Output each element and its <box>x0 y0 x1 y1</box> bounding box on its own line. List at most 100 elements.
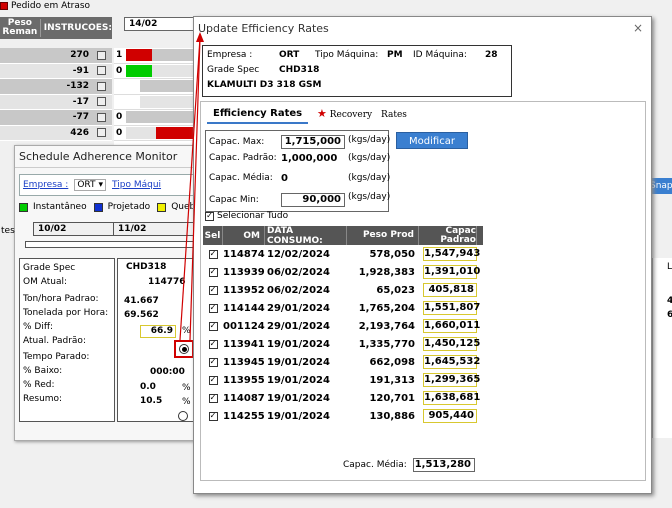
date-cell: 29/01/2024 <box>267 302 330 314</box>
close-icon[interactable]: × <box>633 21 643 35</box>
row-checkbox[interactable]: ✓ <box>208 321 218 331</box>
om-cell: 113955 <box>223 374 265 386</box>
table-row[interactable]: 426 <box>0 125 112 141</box>
capac-padrao-input[interactable]: 1,547,943 <box>423 247 480 261</box>
table-row[interactable]: ✓ 114087 19/01/2024 120,701 1,638,681 <box>203 389 483 407</box>
capac-min-input[interactable]: 90,000 <box>281 193 345 207</box>
date-cell: 19/01/2024 <box>267 392 330 404</box>
table-row[interactable]: -91 <box>0 63 112 79</box>
peso-cell: 662,098 <box>369 356 415 368</box>
table-row[interactable]: 270 <box>0 48 112 64</box>
om-cell: 114255 <box>223 410 265 422</box>
peso-cell: 1,928,383 <box>358 266 415 278</box>
sam-tempo-parado: 000:00 <box>150 367 185 377</box>
table-row[interactable]: ✓ 114144 29/01/2024 1,765,204 1,551,807 <box>203 299 483 317</box>
sam-baixo: 0.0 <box>140 382 156 392</box>
background-rows: 270 -91 -132 -17 -77 426 <box>0 48 112 141</box>
sam-values: CHD318 114776 41.667 69.562 66.9 % 000:0… <box>117 258 197 422</box>
select-all[interactable]: ✓ Selecionar Tudo <box>205 211 288 221</box>
om-cell: 114087 <box>223 392 265 404</box>
sam-tipo-link[interactable]: Tipo Máqui <box>112 180 161 190</box>
capac-padrao-input[interactable]: 1,645,532 <box>423 355 480 369</box>
atual-padrao-radio[interactable] <box>179 344 189 354</box>
table-row[interactable]: -132 <box>0 79 112 95</box>
capac-padrao-input[interactable]: 1,299,365 <box>423 373 480 387</box>
date-cell: 12/02/2024 <box>267 248 330 260</box>
calendar-icon[interactable] <box>97 50 106 60</box>
om-cell: 113941 <box>223 338 265 350</box>
radio-dot-icon <box>181 346 187 352</box>
capac-padrao-input[interactable]: 405,818 <box>423 283 477 297</box>
table-row[interactable]: ✓ 001124 29/01/2024 2,193,764 1,660,011 <box>203 317 483 335</box>
gantt-row: 0 <box>114 110 196 126</box>
sam-ton-por-hora: 69.562 <box>124 310 159 320</box>
calendar-icon[interactable] <box>97 128 106 138</box>
table-row[interactable]: -77 <box>0 110 112 126</box>
calendar-icon[interactable] <box>97 66 106 76</box>
date-cell: 19/01/2024 <box>267 374 330 386</box>
calendar-icon[interactable] <box>97 81 106 91</box>
gantt-block <box>140 80 196 93</box>
background-date: 14/02 <box>124 17 196 31</box>
table-row[interactable]: ✓ 113952 06/02/2024 65,023 405,818 <box>203 281 483 299</box>
date-cell: 19/01/2024 <box>267 338 330 350</box>
om-cell: 113952 <box>223 284 265 296</box>
dialog-title: Update Efficiency Rates <box>198 22 329 35</box>
modificar-button[interactable]: Modificar <box>396 132 468 149</box>
peso-cell: 65,023 <box>376 284 415 296</box>
row-checkbox[interactable]: ✓ <box>208 267 218 277</box>
capac-padrao-input[interactable]: 1,660,011 <box>423 319 480 333</box>
atual-padrao-radio-highlight[interactable] <box>174 340 194 358</box>
resumo-radio[interactable] <box>178 411 188 421</box>
row-checkbox[interactable]: ✓ <box>208 285 218 295</box>
date-cell: 06/02/2024 <box>267 266 330 278</box>
capac-padrao-input[interactable]: 1,551,807 <box>423 301 480 315</box>
orders-table: Sel OM DATA CONSUMO: Peso Prod Capac Pad… <box>203 226 483 425</box>
sam-grade: CHD318 <box>126 262 167 272</box>
tab-recovery-rates[interactable]: ★ Recovery Rates <box>311 104 413 124</box>
calendar-icon[interactable] <box>97 112 106 122</box>
peso-cell: 191,313 <box>369 374 415 386</box>
calendar-icon[interactable] <box>97 97 106 107</box>
sam-empresa-select[interactable]: ORT ▾ <box>74 179 107 191</box>
table-row[interactable]: ✓ 114874 12/02/2024 578,050 1,547,943 <box>203 245 483 263</box>
gantt-row: 0 <box>114 64 196 79</box>
row-checkbox[interactable]: ✓ <box>208 393 218 403</box>
row-checkbox[interactable]: ✓ <box>208 375 218 385</box>
row-checkbox[interactable]: ✓ <box>208 357 218 367</box>
date-cell: 19/01/2024 <box>267 356 330 368</box>
table-row[interactable]: ✓ 114255 19/01/2024 130,886 905,440 <box>203 407 483 425</box>
gantt-block <box>126 49 152 62</box>
sam-ton-hora-padrao: 41.667 <box>124 296 159 306</box>
row-checkbox[interactable]: ✓ <box>208 339 218 349</box>
om-cell: 113945 <box>223 356 265 368</box>
background-table-header: Peso Reman INSTRUCOES: <box>0 17 112 39</box>
capac-padrao-input[interactable]: 1,638,681 <box>423 391 480 405</box>
sam-empresa-link[interactable]: Empresa : <box>23 180 68 190</box>
table-row[interactable]: -17 <box>0 94 112 110</box>
capac-padrao-input[interactable]: 905,440 <box>423 409 477 423</box>
table-row[interactable]: ✓ 113945 19/01/2024 662,098 1,645,532 <box>203 353 483 371</box>
row-checkbox[interactable]: ✓ <box>208 303 218 313</box>
right-panel: L 4 6 <box>652 258 672 438</box>
tab-efficiency-rates[interactable]: Efficiency Rates <box>207 104 309 124</box>
chevron-down-icon: ▾ <box>98 180 104 190</box>
date-cell: 19/01/2024 <box>267 410 330 422</box>
row-checkbox[interactable]: ✓ <box>208 411 218 421</box>
table-body: ✓ 114874 12/02/2024 578,050 1,547,943 ✓ 113939… <box>203 245 483 425</box>
table-row[interactable]: ✓ 113941 19/01/2024 1,335,770 1,450,125 <box>203 335 483 353</box>
gantt-block <box>152 49 196 62</box>
gantt-row <box>114 79 196 95</box>
table-row[interactable]: ✓ 113955 19/01/2024 191,313 1,299,365 <box>203 371 483 389</box>
late-order-label: Pedido em Atraso <box>11 1 91 11</box>
capac-max-input[interactable]: 1,715,000 <box>281 135 345 149</box>
capac-padrao-input[interactable]: 1,450,125 <box>423 337 480 351</box>
row-checkbox[interactable]: ✓ <box>208 249 218 259</box>
table-row[interactable]: ✓ 113939 06/02/2024 1,928,383 1,391,010 <box>203 263 483 281</box>
media-label: Capac. Média: <box>343 460 407 470</box>
capac-padrao-input[interactable]: 1,391,010 <box>423 265 480 279</box>
select-all-checkbox[interactable]: ✓ <box>205 211 214 221</box>
om-cell: 001124 <box>223 320 265 332</box>
sam-red: 10.5 <box>140 396 163 406</box>
peso-cell: 120,701 <box>369 392 415 404</box>
